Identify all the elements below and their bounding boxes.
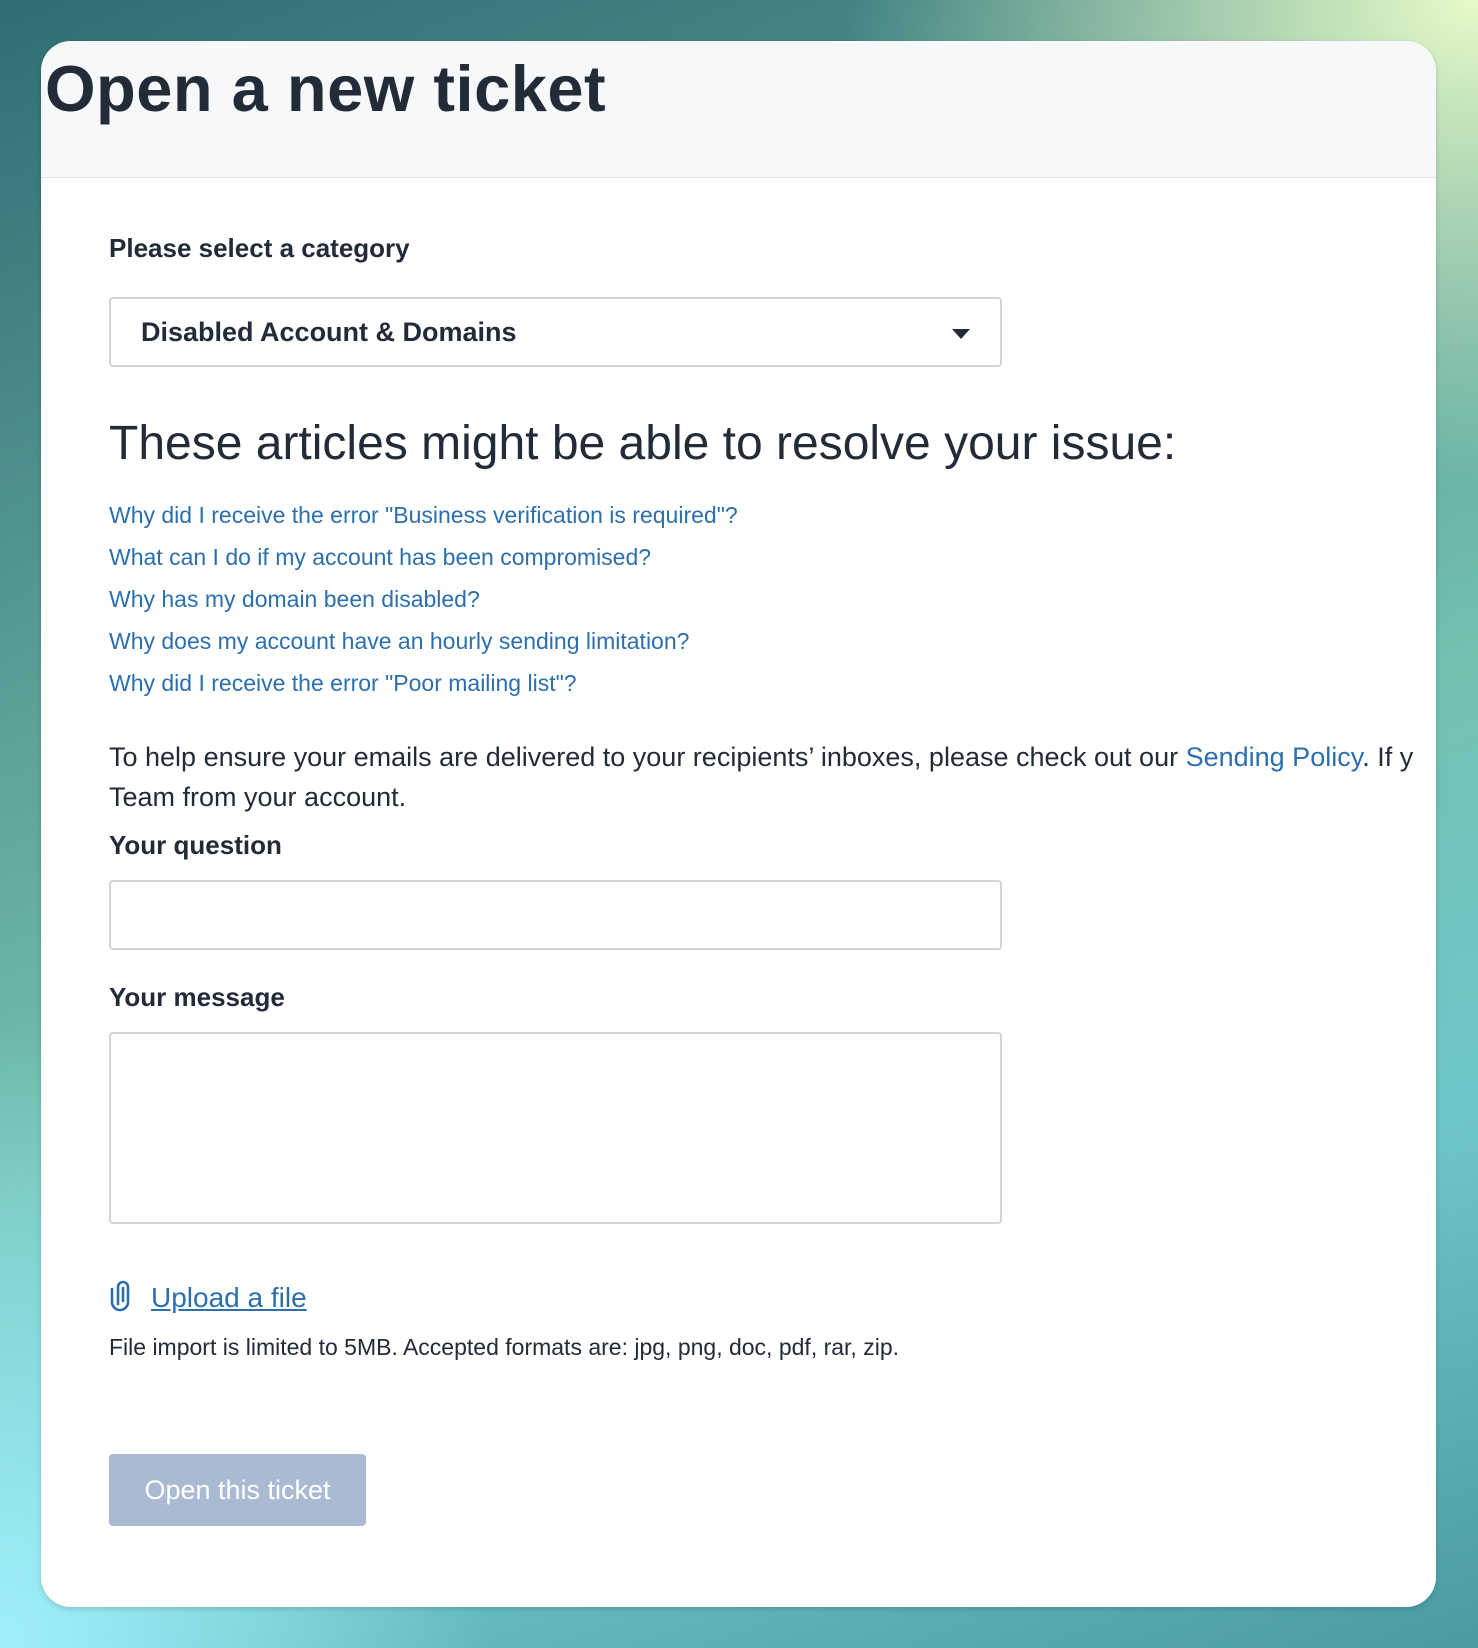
chevron-down-icon [952,329,970,339]
upload-file-link[interactable]: Upload a file [151,1282,307,1314]
upload-row: Upload a file [109,1278,307,1317]
article-link[interactable]: Why did I receive the error "Poor mailin… [109,670,577,696]
page-title: Open a new ticket [45,52,607,125]
list-item: Why did I receive the error "Poor mailin… [109,670,738,712]
paperclip-icon [109,1278,137,1317]
article-link[interactable]: Why did I receive the error "Business ve… [109,502,738,528]
category-select-value: Disabled Account & Domains [141,316,517,347]
article-list: Why did I receive the error "Business ve… [109,502,738,712]
article-link[interactable]: What can I do if my account has been com… [109,544,651,570]
notice-text-after: . If y [1362,742,1414,772]
upload-hint: File import is limited to 5MB. Accepted … [109,1334,900,1360]
ticket-card: Open a new ticket Please select a catego… [41,41,1436,1607]
question-input[interactable] [109,880,1002,950]
list-item: Why has my domain been disabled? [109,586,738,628]
open-ticket-button[interactable]: Open this ticket [109,1454,366,1526]
list-item: What can I do if my account has been com… [109,544,738,586]
list-item: Why did I receive the error "Business ve… [109,502,738,544]
card-header: Open a new ticket [41,41,1436,178]
message-textarea[interactable] [109,1032,1002,1224]
question-label: Your question [109,830,282,860]
sending-policy-link[interactable]: Sending Policy [1186,742,1363,772]
articles-heading: These articles might be able to resolve … [109,417,1177,470]
message-label: Your message [109,982,285,1012]
notice-text: To help ensure your emails are delivered… [109,742,1186,772]
list-item: Why does my account have an hourly sendi… [109,628,738,670]
notice-text-line2: Team from your account. [109,782,407,812]
category-label: Please select a category [109,233,410,263]
category-select[interactable]: Disabled Account & Domains [109,297,1002,367]
sending-policy-notice: To help ensure your emails are delivered… [109,737,1436,817]
article-link[interactable]: Why has my domain been disabled? [109,586,480,612]
article-link[interactable]: Why does my account have an hourly sendi… [109,628,689,654]
